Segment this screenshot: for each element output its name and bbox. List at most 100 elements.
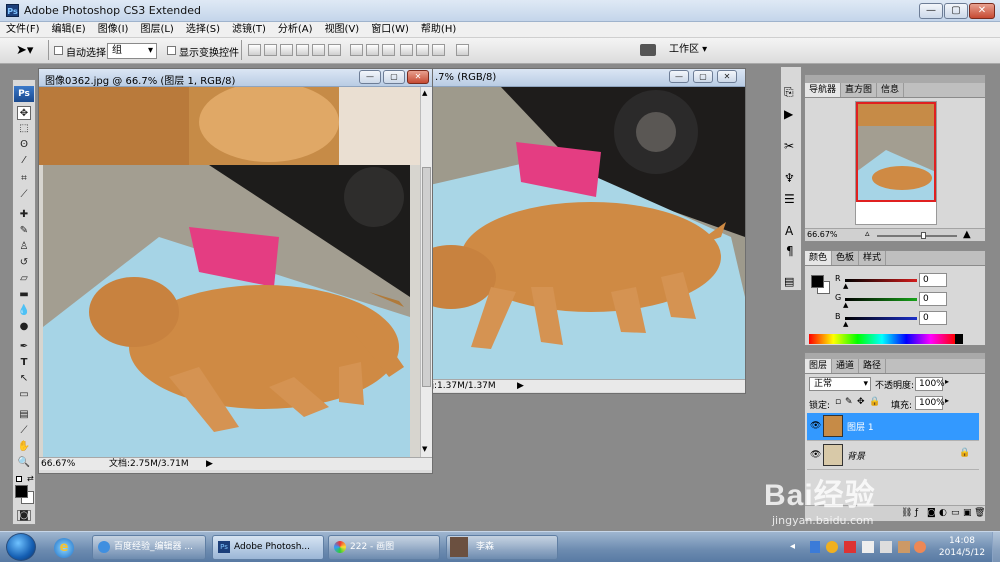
tab-styles[interactable]: 样式 xyxy=(859,251,887,265)
doc-maximize-button[interactable]: ▢ xyxy=(693,70,713,83)
distribute-left-icon[interactable] xyxy=(400,44,413,56)
distribute-right-icon[interactable] xyxy=(432,44,445,56)
taskbar-button-paint[interactable]: 222 - 画图 xyxy=(328,535,440,560)
menu-select[interactable]: 选择(S) xyxy=(180,22,226,38)
zoom-in-icon[interactable]: ▲ xyxy=(963,229,971,240)
brushes-icon[interactable]: ☰ xyxy=(784,192,795,206)
blur-tool-icon[interactable]: 💧 xyxy=(17,304,31,318)
navigator-slider-thumb[interactable] xyxy=(921,232,926,239)
paragraph-icon[interactable]: ¶ xyxy=(786,244,794,258)
marquee-tool-icon[interactable]: ⬚ xyxy=(17,122,31,136)
color-spectrum-bar[interactable] xyxy=(809,334,955,344)
taskbar-button-photoshop[interactable]: Ps Adobe Photosh... xyxy=(212,535,324,560)
clock[interactable]: 14:08 2014/5/12 xyxy=(936,535,988,559)
clone-stamp-tool-icon[interactable]: ♙ xyxy=(17,240,31,254)
spectrum-black[interactable] xyxy=(955,334,963,344)
channel-b-thumb[interactable]: ▲ xyxy=(843,320,848,328)
layer-name[interactable]: 图层 1 xyxy=(847,420,874,433)
hand-tool-icon[interactable]: ✋ xyxy=(17,440,31,454)
navigator-zoom[interactable]: 66.67% xyxy=(807,230,838,239)
distribute-vcenter-icon[interactable] xyxy=(366,44,379,56)
move-tool-preset-icon[interactable]: ➤▾ xyxy=(16,43,33,58)
notes-tool-icon[interactable]: ▤ xyxy=(17,408,31,422)
channel-g-slider[interactable] xyxy=(845,298,917,301)
show-desktop-button[interactable] xyxy=(992,532,1000,562)
menu-help[interactable]: 帮助(H) xyxy=(415,22,462,38)
history-icon[interactable]: ⎘ xyxy=(784,85,794,100)
auto-select-checkbox[interactable] xyxy=(54,46,63,55)
character-icon[interactable]: A xyxy=(785,224,793,238)
tool-presets-icon[interactable]: ✂ xyxy=(784,139,794,153)
tray-network-icon[interactable] xyxy=(862,541,874,553)
document-window-front[interactable]: 图像0362.jpg @ 66.7% (图层 1, RGB/8) — ▢ ✕ ▲… xyxy=(38,68,433,474)
align-top-icon[interactable] xyxy=(248,44,261,56)
channel-b-value[interactable]: 0 xyxy=(919,311,947,325)
tab-info[interactable]: 信息 xyxy=(877,83,905,97)
scroll-up-icon[interactable]: ▲ xyxy=(422,89,431,98)
foreground-color-swatch[interactable] xyxy=(15,485,28,498)
tab-channels[interactable]: 通道 xyxy=(832,359,860,373)
zoom-tool-icon[interactable]: 🔍 xyxy=(17,456,31,470)
type-tool-icon[interactable]: T xyxy=(17,356,31,370)
channel-g-value[interactable]: 0 xyxy=(919,292,947,306)
taskbar-button-chat[interactable]: 李森 xyxy=(446,535,558,560)
clone-source-icon[interactable]: ♆ xyxy=(784,171,795,185)
new-layer-icon[interactable]: ▣ xyxy=(963,508,972,518)
layer-name[interactable]: 背景 xyxy=(847,449,865,462)
tab-navigator[interactable]: 导航器 xyxy=(805,83,842,97)
tray-antivirus-icon[interactable] xyxy=(844,541,856,553)
show-transform-checkbox[interactable] xyxy=(167,46,176,55)
zoom-readout[interactable]: 66.67% xyxy=(41,458,75,470)
crop-tool-icon[interactable]: ⌗ xyxy=(17,172,31,186)
channel-r-thumb[interactable]: ▲ xyxy=(843,282,848,290)
navigator-zoom-slider[interactable] xyxy=(877,235,957,237)
status-arrow-icon[interactable]: ▶ xyxy=(206,458,213,470)
auto-select-dropdown[interactable]: 组 ▾ xyxy=(107,43,157,59)
tray-shield-icon[interactable] xyxy=(810,541,820,553)
layer-row[interactable]: 👁 背景 🔒 xyxy=(807,442,979,470)
document-title-bar[interactable]: 图像0362.jpg @ 66.7% (图层 1, RGB/8) — ▢ ✕ xyxy=(39,69,432,87)
zoom-out-icon[interactable]: ▵ xyxy=(865,229,870,239)
swap-colors-icon[interactable]: ⇄ xyxy=(27,474,34,483)
history-brush-tool-icon[interactable]: ↺ xyxy=(17,256,31,270)
lock-all-icon[interactable]: 🔒 xyxy=(869,397,880,407)
tray-arrow-icon[interactable]: ◂ xyxy=(790,541,795,552)
distribute-top-icon[interactable] xyxy=(350,44,363,56)
doc-minimize-button[interactable]: — xyxy=(669,70,689,83)
doc-maximize-button[interactable]: ▢ xyxy=(383,70,405,84)
tab-layers[interactable]: 图层 xyxy=(805,359,833,373)
tab-color[interactable]: 颜色 xyxy=(805,251,833,265)
ie-icon[interactable]: e xyxy=(54,538,74,558)
document-window-back[interactable]: .7% (RGB/8) — ▢ ✕ 档:1.37M/1.37M ▶ xyxy=(420,68,746,394)
menu-analysis[interactable]: 分析(A) xyxy=(272,22,319,38)
align-vcenter-icon[interactable] xyxy=(264,44,277,56)
tab-paths[interactable]: 路径 xyxy=(859,359,887,373)
navigator-preview[interactable] xyxy=(855,101,937,225)
tray-qq-icon[interactable] xyxy=(914,541,926,553)
bridge-icon[interactable] xyxy=(640,44,656,56)
menu-view[interactable]: 视图(V) xyxy=(319,22,366,38)
tray-volume-icon[interactable] xyxy=(880,541,892,553)
lock-image-icon[interactable]: ✎ xyxy=(845,397,853,407)
distribute-bottom-icon[interactable] xyxy=(382,44,395,56)
vertical-scrollbar[interactable]: ▲ ▼ xyxy=(420,87,432,457)
tray-ime-icon[interactable] xyxy=(898,541,910,553)
doc-minimize-button[interactable]: — xyxy=(359,70,381,84)
panel-header[interactable] xyxy=(805,75,985,83)
canvas-back[interactable] xyxy=(421,87,745,379)
quick-select-tool-icon[interactable]: ⁄ xyxy=(17,154,31,168)
lock-transparency-icon[interactable]: ▫ xyxy=(835,397,841,407)
opacity-value[interactable]: 100% xyxy=(915,377,945,391)
distribute-hcenter-icon[interactable] xyxy=(416,44,429,56)
taskbar-button-browser[interactable]: 百度经验_编辑器 ... xyxy=(92,535,206,560)
eyedropper-tool-icon[interactable]: ⟋ xyxy=(17,424,31,438)
scroll-down-icon[interactable]: ▼ xyxy=(422,445,431,454)
canvas-front[interactable] xyxy=(39,87,420,457)
menu-filter[interactable]: 滤镜(T) xyxy=(226,22,272,38)
channel-g-thumb[interactable]: ▲ xyxy=(843,301,848,309)
gradient-tool-icon[interactable]: ▬ xyxy=(17,288,31,302)
eye-icon[interactable]: 👁 xyxy=(810,421,821,431)
move-tool-icon[interactable]: ✥ xyxy=(17,106,31,120)
layer-comps-icon[interactable]: ▤ xyxy=(784,275,794,288)
menu-window[interactable]: 窗口(W) xyxy=(365,22,415,38)
